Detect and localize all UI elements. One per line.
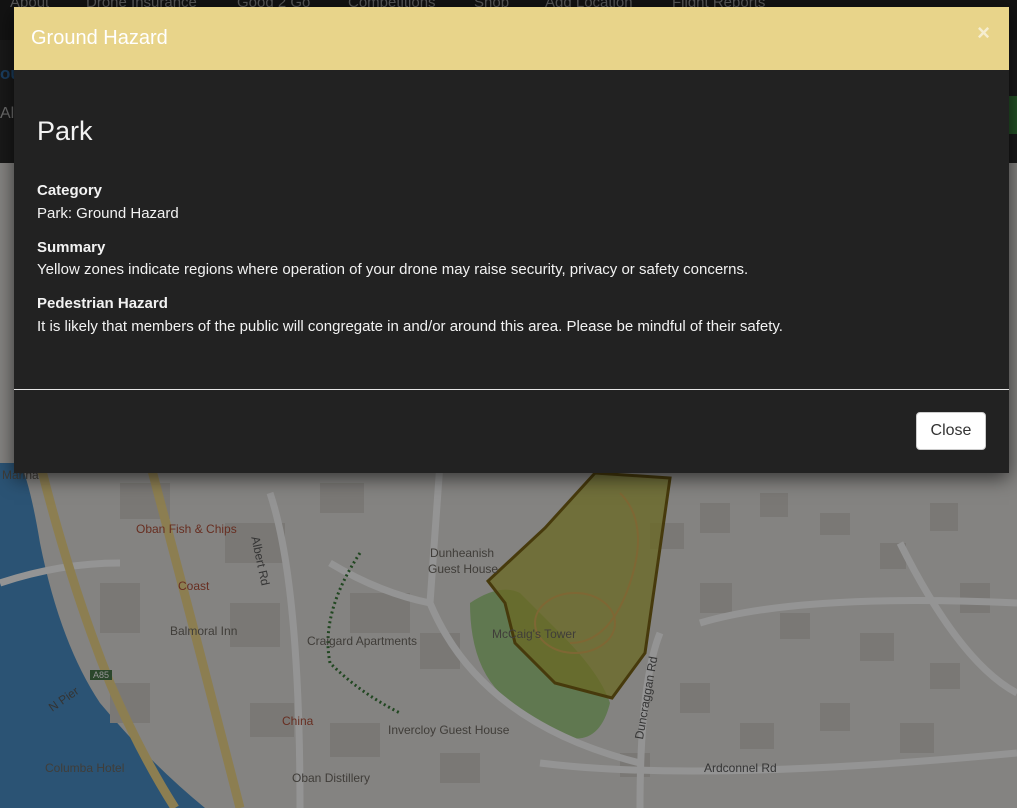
summary-label: Summary <box>37 239 106 256</box>
map-label-mccaigs-tower: McCaig's Tower <box>492 627 577 641</box>
map-label-oban-distillery: Oban Distillery <box>292 771 371 785</box>
map-label-a85: A85 <box>90 670 113 680</box>
pedestrian-hazard-value: It is likely that members of the public … <box>37 318 783 335</box>
map-label-china: China <box>282 714 314 728</box>
modal-footer-divider <box>14 389 1009 390</box>
map-label-columba-hotel: Columba Hotel <box>45 761 125 775</box>
map-label-invercloy-guest-house: Invercloy Guest House <box>388 723 510 737</box>
map-label-oban-fish-chips: Oban Fish & Chips <box>136 522 237 536</box>
map-label-dunheanish: Dunheanish <box>430 546 495 560</box>
map-label-craigard-apartments: Craigard Apartments <box>307 634 418 648</box>
map-label-ardconnel-rd: Ardconnel Rd <box>704 761 777 775</box>
category-label: Category <box>37 182 103 199</box>
close-button[interactable]: Close <box>916 412 986 450</box>
zone-name-heading: Park <box>37 116 93 146</box>
map-label-coast: Coast <box>178 579 210 593</box>
map-label-guest-house: Guest House <box>428 562 499 576</box>
category-value: Park: Ground Hazard <box>37 205 179 222</box>
pedestrian-hazard-label: Pedestrian Hazard <box>37 295 168 312</box>
summary-value: Yellow zones indicate regions where oper… <box>37 261 749 278</box>
filter-fragment[interactable]: Al <box>0 105 14 123</box>
modal-title: Ground Hazard <box>31 27 168 49</box>
map-label-balmoral-inn: Balmoral Inn <box>170 624 238 638</box>
ground-hazard-modal: Ground Hazard × Park Category Park: Grou… <box>14 7 1009 473</box>
modal-body: Park Category Park: Ground Hazard Summar… <box>14 70 1009 389</box>
close-icon[interactable]: × <box>977 21 990 45</box>
modal-header: Ground Hazard × <box>14 7 1009 70</box>
